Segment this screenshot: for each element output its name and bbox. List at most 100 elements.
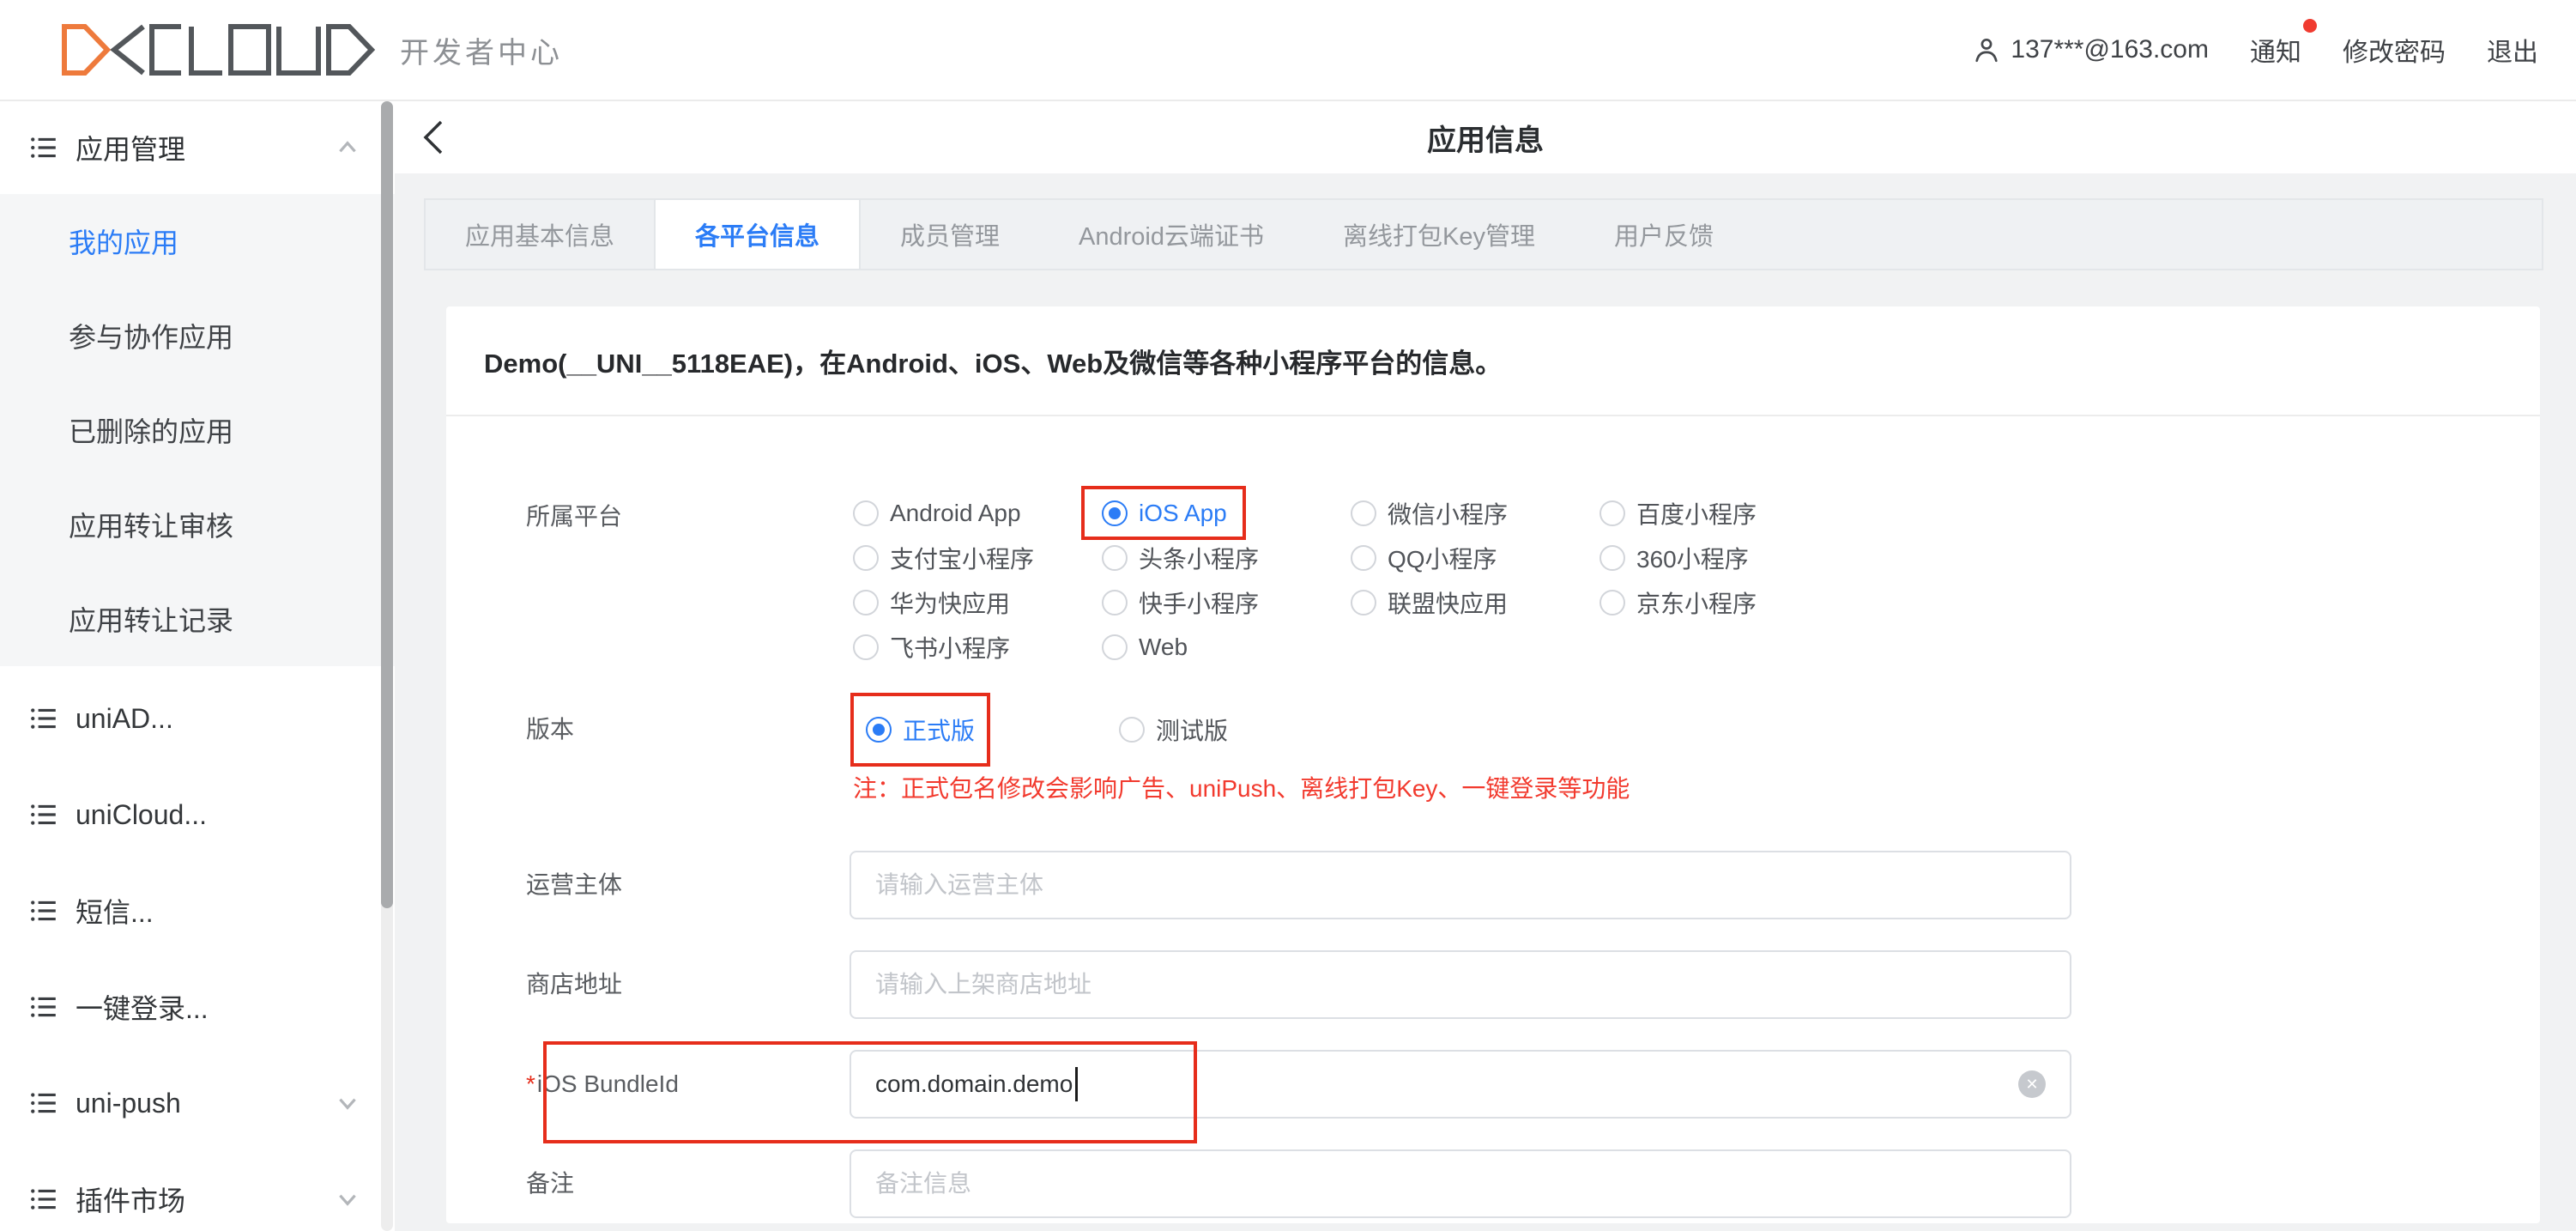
sidebar-submenu-item[interactable]: 我的应用 (0, 194, 395, 288)
notice-label: 通知 (2250, 39, 2301, 67)
radio-label: 飞书小程序 (890, 630, 1010, 664)
radio-icon (1351, 500, 1376, 526)
operator-input[interactable] (850, 851, 2071, 919)
radio-option[interactable]: 京东小程序 (1599, 580, 1848, 625)
clear-icon[interactable]: ✕ (2018, 1070, 2046, 1098)
list-icon (29, 1088, 58, 1118)
sidebar-scrollbar-thumb[interactable] (381, 101, 393, 908)
tab[interactable]: Android云端证书 (1039, 200, 1303, 269)
radio-label: 支付宝小程序 (890, 541, 1034, 575)
version-highlight-frame: 正式版 (850, 693, 990, 767)
radio-option[interactable]: iOS App (1102, 491, 1351, 536)
tab[interactable]: 离线打包Key管理 (1303, 200, 1575, 269)
page-header: 应用信息 (395, 101, 2576, 173)
radio-option[interactable]: 华为快应用 (853, 580, 1102, 625)
sidebar-item-label: 插件市场 (76, 1179, 185, 1219)
tab[interactable]: 用户反馈 (1575, 200, 1753, 269)
radio-label: Web (1139, 634, 1188, 661)
sidebar-item-label: 短信... (76, 891, 154, 931)
notification-dot (2303, 19, 2317, 33)
tab[interactable]: 各平台信息 (654, 200, 861, 269)
radio-option[interactable]: 360小程序 (1599, 536, 1848, 580)
radio-option[interactable]: 正式版 (866, 713, 975, 746)
bundle-id-input[interactable]: com.domain.demo ✕ (850, 1050, 2071, 1119)
sidebar-submenu-item[interactable]: 应用转让记录 (0, 572, 395, 666)
chevron-left-icon (420, 118, 448, 156)
page-title: 应用信息 (1427, 117, 1544, 159)
sidebar-item[interactable]: uniCloud... (0, 767, 395, 863)
radio-icon (853, 590, 879, 616)
radio-option[interactable]: Web (1102, 625, 1351, 670)
sidebar-item[interactable]: 一键登录... (0, 959, 395, 1055)
list-icon (29, 704, 58, 733)
radio-icon (853, 545, 879, 571)
radio-option[interactable]: 微信小程序 (1351, 491, 1599, 536)
radio-icon (1102, 500, 1128, 526)
sidebar-submenu-item[interactable]: 应用转让审核 (0, 477, 395, 572)
chevron-down-icon (335, 1090, 360, 1116)
text-caret (1075, 1067, 1078, 1101)
radio-option[interactable]: QQ小程序 (1351, 536, 1599, 580)
bundle-id-label: *iOS BundleId (526, 1067, 679, 1101)
list-icon (29, 992, 58, 1022)
radio-option[interactable]: 飞书小程序 (853, 625, 1102, 670)
radio-label: QQ小程序 (1388, 541, 1497, 575)
user-icon (1971, 34, 2002, 65)
radio-icon (1351, 545, 1376, 571)
required-asterisk: * (526, 1070, 535, 1097)
radio-label: iOS App (1139, 500, 1227, 527)
operator-field-row: 运营主体 (446, 851, 2540, 919)
radio-label: 头条小程序 (1139, 541, 1259, 575)
platform-info-card: Demo(__UNI__5118EAE)，在Android、iOS、Web及微信… (446, 306, 2540, 1223)
back-button[interactable] (420, 118, 448, 156)
radio-option[interactable]: 头条小程序 (1102, 536, 1351, 580)
sidebar-list: uniAD... uniCloud... 短信... 一键登录... uni-push 插… (0, 670, 395, 1231)
list-icon (29, 800, 58, 829)
version-field-label: 版本 (526, 713, 574, 747)
radio-icon (866, 717, 892, 743)
radio-option[interactable]: Android App (853, 491, 1102, 536)
logout-link[interactable]: 退出 (2487, 31, 2538, 69)
sidebar-item-label: uniCloud... (76, 799, 207, 831)
radio-label: 快手小程序 (1139, 585, 1259, 620)
sidebar-submenu-item[interactable]: 参与协作应用 (0, 288, 395, 383)
sidebar-item[interactable]: uni-push (0, 1055, 395, 1151)
store-url-input[interactable] (850, 950, 2071, 1019)
bundle-id-value: com.domain.demo (875, 1070, 1073, 1098)
sidebar-group-title: 应用管理 (76, 128, 185, 167)
radio-option[interactable]: 联盟快应用 (1351, 580, 1599, 625)
store-url-label: 商店地址 (526, 967, 622, 1002)
tab-bar: 应用基本信息各平台信息成员管理Android云端证书离线打包Key管理用户反馈 (424, 198, 2543, 270)
account-email: 137***@163.com (2011, 35, 2209, 64)
radio-option[interactable]: 支付宝小程序 (853, 536, 1102, 580)
tab[interactable]: 成员管理 (861, 200, 1039, 269)
radio-label: 百度小程序 (1636, 496, 1757, 531)
sidebar-submenu-item[interactable]: 已删除的应用 (0, 383, 395, 477)
sidebar-group-app-management[interactable]: 应用管理 (0, 101, 395, 194)
tab[interactable]: 应用基本信息 (426, 200, 654, 269)
sidebar-item-label: uni-push (76, 1088, 181, 1119)
store-url-field-row: 商店地址 (446, 950, 2540, 1019)
topbar-right: 137***@163.com 通知 修改密码 退出 (1971, 31, 2538, 69)
version-radio-group: 正式版 测试版 (850, 693, 1228, 767)
radio-option[interactable]: 测试版 (1119, 693, 1228, 767)
sidebar-item-label: 一键登录... (76, 987, 209, 1027)
radio-icon (1351, 590, 1376, 616)
remark-label: 备注 (526, 1167, 574, 1201)
change-password-link[interactable]: 修改密码 (2343, 31, 2446, 69)
account-menu[interactable]: 137***@163.com (1971, 34, 2209, 65)
product-label: 开发者中心 (400, 29, 563, 71)
remark-input[interactable] (850, 1149, 2071, 1218)
notice-link[interactable]: 通知 (2250, 31, 2301, 69)
sidebar-item[interactable]: uniAD... (0, 670, 395, 767)
sidebar-item[interactable]: 短信... (0, 863, 395, 959)
bundle-id-field-row: *iOS BundleId com.domain.demo ✕ (446, 1050, 2540, 1119)
radio-label: 京东小程序 (1636, 585, 1757, 620)
radio-label: Android App (890, 500, 1021, 527)
sidebar-item[interactable]: 插件市场 (0, 1151, 395, 1231)
radio-option[interactable]: 百度小程序 (1599, 491, 1848, 536)
radio-icon (853, 634, 879, 660)
radio-option[interactable]: 快手小程序 (1102, 580, 1351, 625)
radio-label: 华为快应用 (890, 585, 1010, 620)
radio-icon (1599, 500, 1625, 526)
